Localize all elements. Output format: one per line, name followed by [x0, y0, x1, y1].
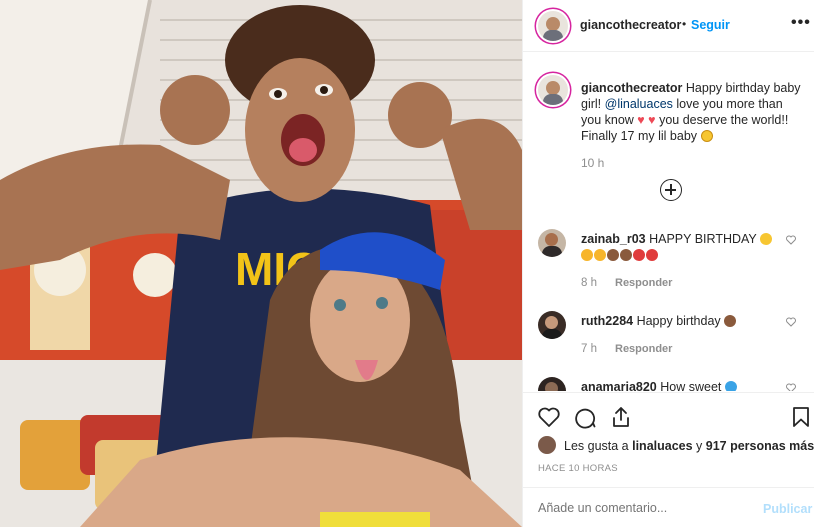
- more-options-icon[interactable]: •••: [791, 14, 811, 32]
- publish-button[interactable]: Publicar: [763, 502, 812, 516]
- cake-emoji: [724, 315, 737, 327]
- plus-circle-icon[interactable]: [660, 179, 682, 201]
- balloon-emoji: [646, 249, 658, 261]
- comment-input[interactable]: [538, 501, 748, 515]
- post-header: giancothecreator • Seguir •••: [523, 0, 814, 52]
- caption-mention[interactable]: @linaluaces: [605, 97, 673, 111]
- comment-meta: 8 h Responder: [581, 277, 672, 289]
- comment-text: ruth2284 Happy birthday: [581, 313, 781, 329]
- comment-text: zainab_r03 HAPPY BIRTHDAY: [581, 231, 781, 263]
- caption-avatar[interactable]: [538, 75, 568, 105]
- likes-count[interactable]: 917 personas más: [706, 439, 814, 453]
- grinning-face-emoji: [760, 233, 773, 245]
- heart-eyes-emoji: [594, 249, 606, 261]
- red-heart-emoji: ♥ ♥: [637, 113, 656, 127]
- post-timestamp[interactable]: HACE 10 HORAS: [538, 463, 618, 474]
- post-sidebar: giancothecreator • Seguir ••• giancothec…: [522, 0, 814, 527]
- comment-username[interactable]: anamaria820: [581, 380, 657, 391]
- blue-heart-emoji: [724, 381, 737, 391]
- caption-username[interactable]: giancothecreator: [581, 81, 682, 95]
- likes-text: Les gusta a linaluaces y 917 personas má…: [564, 439, 814, 453]
- comment-body: Happy birthday: [633, 314, 725, 328]
- commenter-avatar[interactable]: [538, 229, 566, 257]
- post-actions: Les gusta a linaluaces y 917 personas má…: [523, 392, 814, 527]
- comment-bubble-icon[interactable]: [573, 405, 597, 429]
- comment-body: HAPPY BIRTHDAY: [645, 232, 761, 246]
- reply-button[interactable]: Responder: [615, 343, 672, 355]
- heart-outline-icon[interactable]: [786, 383, 796, 391]
- post-photo-image: MICHI: [0, 0, 522, 527]
- likes-middle: y: [692, 439, 706, 453]
- caption-text: giancothecreator Happy birthday baby gir…: [581, 80, 803, 144]
- author-avatar[interactable]: [538, 11, 568, 41]
- bookmark-icon[interactable]: [789, 405, 813, 429]
- follow-button[interactable]: Seguir: [691, 18, 730, 32]
- comment-text: anamaria820 How sweet: [581, 379, 781, 391]
- cake-emoji: [620, 249, 632, 261]
- comment-body: How sweet: [656, 380, 725, 391]
- comment-meta: 7 h Responder: [581, 343, 672, 355]
- reply-button[interactable]: Responder: [615, 277, 672, 289]
- heart-outline-icon[interactable]: [537, 405, 561, 429]
- post-photo[interactable]: MICHI: [0, 0, 522, 527]
- grinning-face-emoji: [700, 130, 713, 142]
- heart-outline-icon[interactable]: [786, 317, 796, 327]
- comment-username[interactable]: zainab_r03: [581, 232, 646, 246]
- heart-outline-icon[interactable]: [786, 235, 796, 245]
- balloon-emoji: [633, 249, 645, 261]
- comment-time[interactable]: 7 h: [581, 343, 597, 355]
- author-username[interactable]: giancothecreator: [580, 18, 681, 32]
- share-upload-icon[interactable]: [609, 405, 633, 429]
- commenter-avatar[interactable]: [538, 311, 566, 339]
- comment-username[interactable]: ruth2284: [581, 314, 633, 328]
- caption-time[interactable]: 10 h: [581, 156, 604, 170]
- header-separator: •: [682, 17, 687, 31]
- cake-emoji: [607, 249, 619, 261]
- liker-avatar[interactable]: [538, 436, 556, 454]
- comments-list[interactable]: giancothecreator Happy birthday baby gir…: [523, 53, 814, 391]
- commenter-avatar[interactable]: [538, 377, 566, 391]
- add-comment-bar: Publicar: [523, 487, 814, 527]
- liker-username[interactable]: linaluaces: [632, 439, 692, 453]
- heart-eyes-emoji: [581, 249, 593, 261]
- likes-prefix: Les gusta a: [564, 439, 633, 453]
- comment-time[interactable]: 8 h: [581, 277, 597, 289]
